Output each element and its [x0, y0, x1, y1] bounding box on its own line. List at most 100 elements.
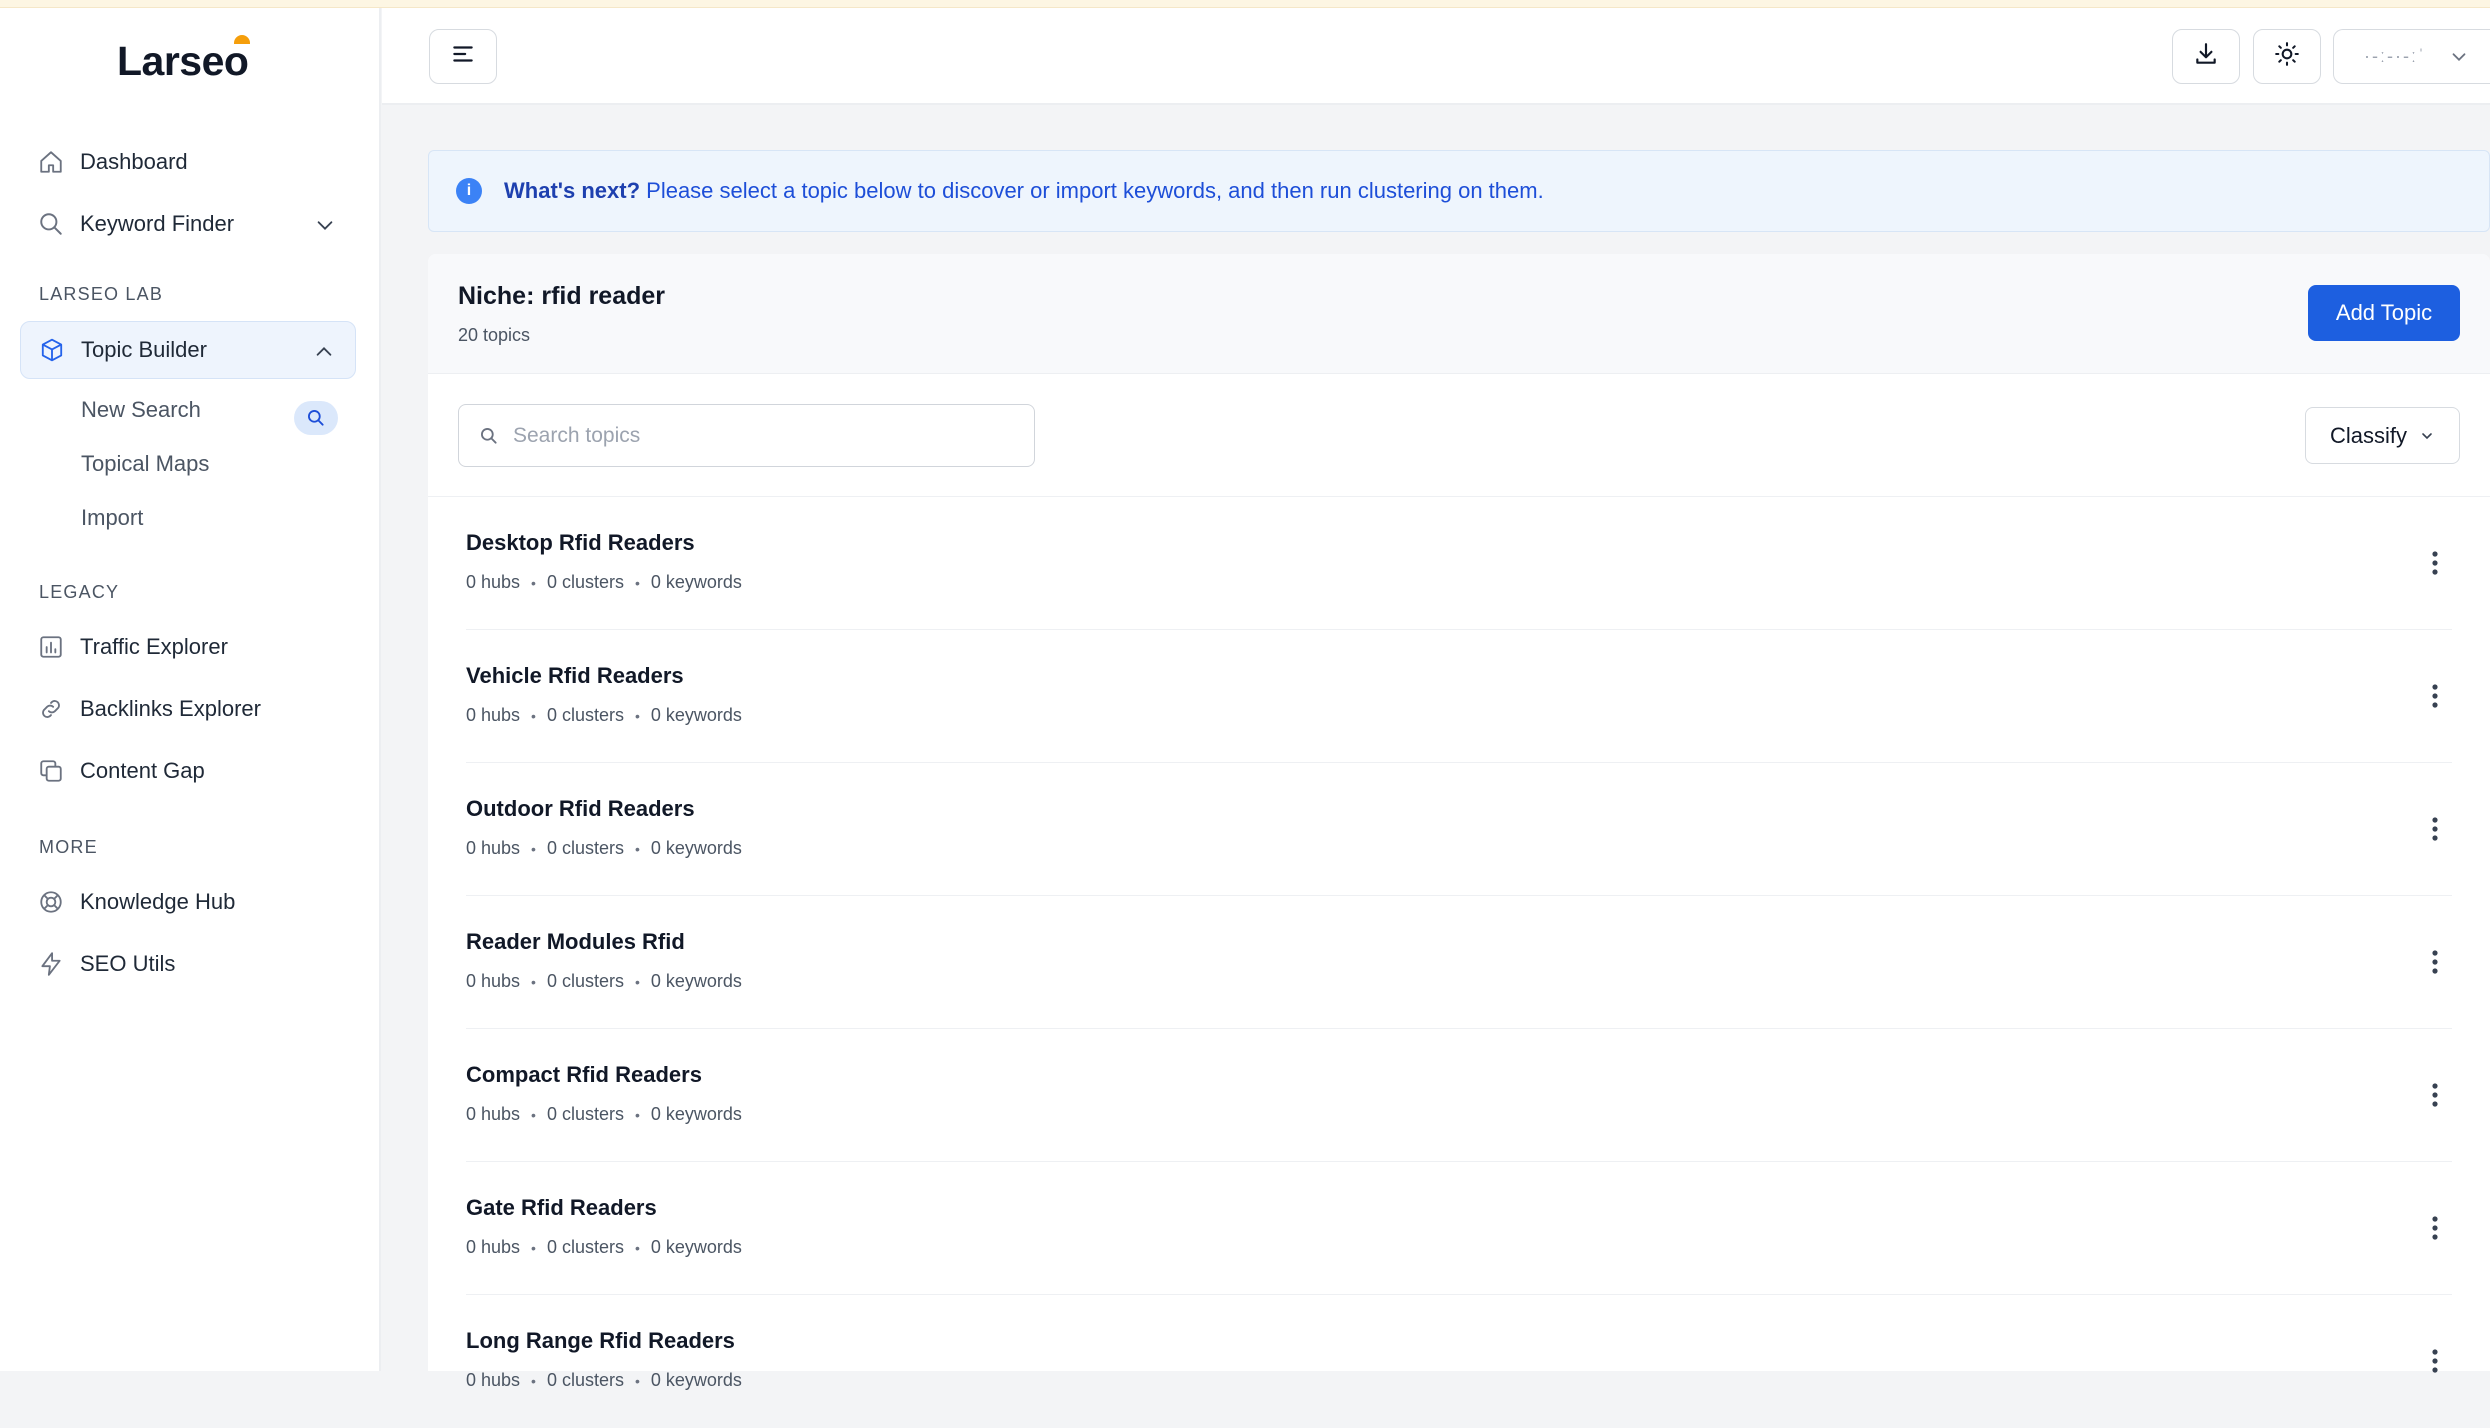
- topic-clusters: 0 clusters: [546, 971, 624, 991]
- more-options-icon[interactable]: [2420, 807, 2450, 851]
- niche-title: Niche: rfid reader: [458, 282, 666, 310]
- sidebar-item-label: Content Gap: [80, 758, 205, 783]
- add-topic-button[interactable]: Add Topic: [2308, 285, 2460, 341]
- topic-hubs: 0 hubs: [466, 838, 521, 858]
- menu-icon: [450, 41, 476, 72]
- banner-bold: What's next?: [504, 178, 641, 203]
- topic-meta: 0 hubs • 0 clusters • 0 keywords: [466, 1237, 742, 1258]
- top-header: ·-ː-·-ːˈ: [382, 8, 2490, 105]
- sidebar-item-label: Knowledge Hub: [80, 889, 236, 914]
- separator-dot: •: [634, 1372, 640, 1389]
- search-topics-field[interactable]: [458, 404, 1035, 467]
- download-button[interactable]: [2172, 29, 2240, 84]
- list-item[interactable]: Outdoor Rfid Readers 0 hubs • 0 clusters • 0…: [428, 763, 2490, 896]
- list-item[interactable]: Vehicle Rfid Readers 0 hubs • 0 clusters • 0…: [428, 630, 2490, 763]
- niche-header: Niche: rfid reader 20 topics Add Topic: [428, 254, 2490, 374]
- topic-title[interactable]: Vehicle Rfid Readers: [466, 663, 684, 689]
- section-label-legacy: LEGACY: [39, 582, 120, 602]
- banner-body: Please select a topic below to discover …: [640, 178, 1544, 203]
- topic-meta: 0 hubs • 0 clusters • 0 keywords: [466, 971, 742, 992]
- sidebar-item-topic-builder[interactable]: Topic Builder: [20, 321, 356, 379]
- download-icon: [2193, 41, 2219, 72]
- separator-dot: •: [634, 574, 640, 591]
- sidebar-item-content-gap[interactable]: Content Gap: [20, 742, 356, 800]
- classify-dropdown[interactable]: Classify: [2305, 407, 2460, 464]
- separator-dot: •: [531, 1106, 536, 1123]
- topic-title[interactable]: Outdoor Rfid Readers: [466, 796, 695, 822]
- topic-keywords: 0 keywords: [650, 971, 742, 991]
- separator-dot: •: [531, 707, 536, 724]
- topic-hubs: 0 hubs: [466, 1237, 521, 1257]
- user-name: ·-ː-·-ːˈ: [2364, 46, 2426, 66]
- sidebar-item-seo-utils[interactable]: SEO Utils: [20, 935, 356, 993]
- topic-meta: 0 hubs • 0 clusters • 0 keywords: [466, 1104, 742, 1125]
- sidebar-item-keyword-finder[interactable]: Keyword Finder: [20, 195, 356, 253]
- logo[interactable]: Larseo: [117, 35, 251, 86]
- separator-dot: •: [634, 1106, 640, 1123]
- topic-title[interactable]: Desktop Rfid Readers: [466, 530, 695, 556]
- topic-meta: 0 hubs • 0 clusters • 0 keywords: [466, 1370, 742, 1391]
- sidebar-item-label: Backlinks Explorer: [80, 696, 261, 721]
- separator-dot: •: [634, 1239, 640, 1256]
- more-options-icon[interactable]: [2420, 1339, 2450, 1383]
- list-item[interactable]: Gate Rfid Readers 0 hubs • 0 clusters • 0 ke…: [428, 1162, 2490, 1295]
- chevron-down-icon[interactable]: [312, 212, 338, 238]
- sidebar-subitem-import[interactable]: Import: [81, 505, 143, 531]
- separator-dot: •: [531, 574, 536, 591]
- topic-meta: 0 hubs • 0 clusters • 0 keywords: [466, 838, 742, 859]
- home-icon: [36, 147, 66, 177]
- more-options-icon[interactable]: [2420, 541, 2450, 585]
- topic-count: 20 topics: [458, 325, 531, 345]
- topic-title[interactable]: Long Range Rfid Readers: [466, 1328, 735, 1354]
- sun-icon: [2274, 41, 2300, 72]
- topic-meta: 0 hubs • 0 clusters • 0 keywords: [466, 572, 742, 593]
- logo-text: Larseo: [117, 37, 249, 84]
- separator-dot: •: [531, 1239, 536, 1256]
- more-options-icon[interactable]: [2420, 674, 2450, 718]
- copy-icon: [36, 756, 66, 786]
- sidebar-item-label: Traffic Explorer: [80, 634, 228, 659]
- topic-keywords: 0 keywords: [650, 838, 742, 858]
- bar-chart-icon: [36, 632, 66, 662]
- topic-title[interactable]: Reader Modules Rfid: [466, 929, 685, 955]
- list-item[interactable]: Compact Rfid Readers 0 hubs • 0 clusters • 0…: [428, 1029, 2490, 1162]
- search-topics-input[interactable]: [513, 423, 993, 448]
- sidebar-subitem-new-search[interactable]: New Search: [81, 397, 201, 423]
- lifebuoy-icon: [36, 887, 66, 917]
- sidebar: Larseo Dashboard Keyword Finder LARSEO L…: [0, 8, 381, 1371]
- separator-dot: •: [531, 1372, 536, 1389]
- sidebar-item-label: Dashboard: [80, 149, 188, 174]
- topic-clusters: 0 clusters: [546, 705, 624, 725]
- more-options-icon[interactable]: [2420, 1206, 2450, 1250]
- banner-text: What's next? Please select a topic below…: [504, 178, 1544, 204]
- sidebar-item-dashboard[interactable]: Dashboard: [20, 133, 356, 191]
- sidebar-item-knowledge-hub[interactable]: Knowledge Hub: [20, 873, 356, 931]
- theme-toggle-button[interactable]: [2253, 29, 2321, 84]
- more-options-icon[interactable]: [2420, 1073, 2450, 1117]
- section-label-lab: LARSEO LAB: [39, 284, 164, 304]
- user-menu-button[interactable]: ·-ː-·-ːˈ: [2333, 29, 2490, 84]
- topic-hubs: 0 hubs: [466, 705, 521, 725]
- list-item[interactable]: Desktop Rfid Readers 0 hubs • 0 clusters • 0…: [428, 497, 2490, 630]
- info-icon: i: [456, 178, 482, 204]
- sidebar-item-label: Keyword Finder: [80, 211, 235, 236]
- chevron-down-icon: [2448, 46, 2470, 73]
- chevron-up-icon[interactable]: [311, 339, 337, 365]
- new-search-icon[interactable]: [294, 401, 338, 435]
- sidebar-item-backlinks-explorer[interactable]: Backlinks Explorer: [20, 680, 356, 738]
- topic-keywords: 0 keywords: [650, 1370, 742, 1390]
- topic-clusters: 0 clusters: [546, 1104, 624, 1124]
- sidebar-toggle-button[interactable]: [429, 29, 497, 84]
- sidebar-item-label: SEO Utils: [80, 951, 176, 976]
- whats-next-banner: i What's next? Please select a topic bel…: [428, 150, 2490, 232]
- list-item[interactable]: Reader Modules Rfid 0 hubs • 0 clusters • 0 …: [428, 896, 2490, 1029]
- sidebar-item-traffic-explorer[interactable]: Traffic Explorer: [20, 618, 356, 676]
- sidebar-subitem-topical-maps[interactable]: Topical Maps: [81, 451, 209, 477]
- list-item[interactable]: Long Range Rfid Readers 0 hubs • 0 cluster…: [428, 1295, 2490, 1428]
- topic-title[interactable]: Gate Rfid Readers: [466, 1195, 657, 1221]
- chevron-down-icon: [2419, 428, 2435, 444]
- search-icon: [479, 426, 499, 446]
- topic-title[interactable]: Compact Rfid Readers: [466, 1062, 702, 1088]
- more-options-icon[interactable]: [2420, 940, 2450, 984]
- separator-dot: •: [531, 973, 536, 990]
